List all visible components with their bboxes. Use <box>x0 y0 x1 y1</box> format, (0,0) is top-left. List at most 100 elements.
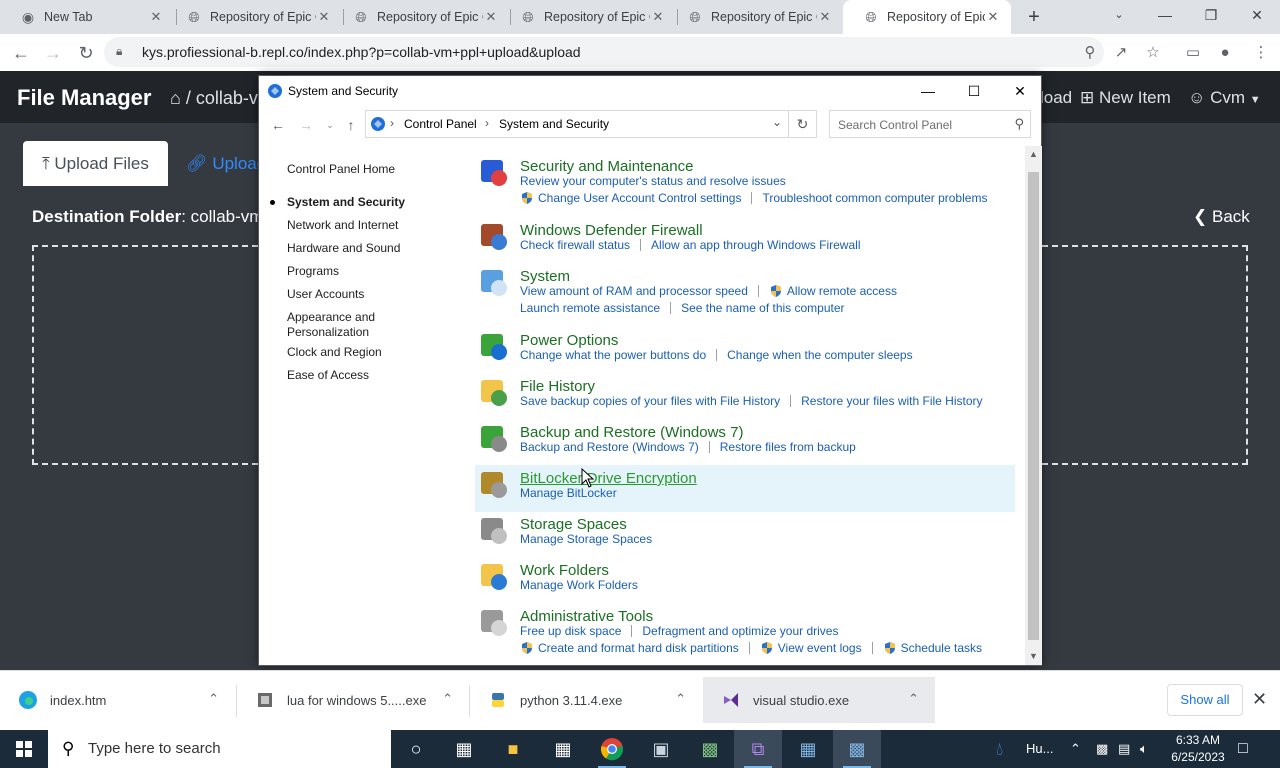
zoom-icon[interactable]: ⚲ <box>1079 42 1101 64</box>
cp-maximize-icon[interactable]: ☐ <box>951 76 997 106</box>
cp-task-link[interactable]: Save backup copies of your files with Fi… <box>520 394 780 408</box>
nav-user-menu[interactable]: ☺ Cvm ▼ <box>1188 88 1261 108</box>
forward-arrow-icon[interactable]: → <box>40 40 66 66</box>
nav-new-item-link[interactable]: ⊞ New Item <box>1080 88 1171 108</box>
cp-category-title[interactable]: Administrative Tools <box>520 608 653 625</box>
cp-task-link[interactable]: Allow an app through Windows Firewall <box>651 238 860 252</box>
cp-category-title[interactable]: System <box>520 268 570 285</box>
cp-forward-icon[interactable]: → <box>297 116 315 134</box>
tray-overflow-icon[interactable]: ⌃ <box>1070 730 1081 768</box>
cp-task-link[interactable]: Restore files from backup <box>720 440 856 454</box>
sidebar-item-programs[interactable]: Programs <box>287 264 339 278</box>
scroll-up-icon[interactable]: ▲ <box>1025 146 1042 163</box>
back-arrow-icon[interactable]: ← <box>8 40 34 66</box>
nav-upload-link[interactable]: load <box>1040 88 1072 108</box>
cp-task-link[interactable]: View amount of RAM and processor speed <box>520 284 748 298</box>
cp-category-title[interactable]: Windows Defender Firewall <box>520 222 703 239</box>
weather-icon[interactable]: 💧︎ <box>996 730 1003 768</box>
file-explorer-icon[interactable]: ■ <box>489 730 537 768</box>
cp-task-link[interactable]: Manage Work Folders <box>520 578 638 592</box>
browser-menu-icon[interactable]: ⋮ <box>1250 42 1272 64</box>
cp-task-link[interactable]: Backup and Restore (Windows 7) <box>520 440 699 454</box>
address-bar[interactable]: 🔒︎ kys.profiessional-b.repl.co/index.php… <box>104 37 1104 67</box>
chrome-icon[interactable] <box>588 730 636 768</box>
reload-icon[interactable]: ↻ <box>73 40 99 66</box>
download-item[interactable]: python 3.11.4.exe ⌃ <box>470 677 702 723</box>
cp-up-icon[interactable]: ↑ <box>342 116 360 134</box>
visual-studio-taskbar-icon[interactable]: ⧉ <box>734 730 782 768</box>
tray-device-icon[interactable]: ▩ <box>1096 730 1108 768</box>
sidebar-item-appearance[interactable]: Appearance and <box>287 310 375 324</box>
notification-icon[interactable]: □ <box>1238 730 1248 768</box>
cp-task-link[interactable]: Check firewall status <box>520 238 630 252</box>
close-download-bar-icon[interactable]: ✕ <box>1252 689 1267 710</box>
new-tab-button[interactable]: + <box>1022 5 1046 29</box>
profile-avatar-icon[interactable]: ● <box>1214 42 1236 64</box>
task-view-icon[interactable]: ▦ <box>440 730 488 768</box>
cp-task-link[interactable]: See the name of this computer <box>681 301 844 315</box>
side-panel-icon[interactable]: ▭ <box>1182 42 1204 64</box>
brand-title[interactable]: File Manager <box>17 85 151 111</box>
chevron-up-icon[interactable]: ⌃ <box>442 691 453 707</box>
minimize-icon[interactable]: — <box>1142 0 1188 30</box>
cp-task-link[interactable]: Manage BitLocker <box>520 486 617 500</box>
taskbar-clock[interactable]: 6:33 AM 6/25/2023 <box>1168 732 1228 766</box>
browser-tab[interactable]: 🌐︎ Repository of Epic Codes ✕ <box>166 0 342 34</box>
cp-address-bar[interactable]: › Control Panel › System and Security ⌄ … <box>365 110 817 138</box>
download-item[interactable]: lua for windows 5.....exe ⌃ <box>237 677 469 723</box>
cp-category-title[interactable]: Security and Maintenance <box>520 158 693 175</box>
cp-vertical-scrollbar[interactable]: ▲ ▼ <box>1025 146 1042 665</box>
cp-task-link[interactable]: Launch remote assistance <box>520 301 660 315</box>
close-tab-icon[interactable]: ✕ <box>817 9 833 25</box>
cp-category-title[interactable]: BitLocker Drive Encryption <box>520 470 697 487</box>
sidebar-item-clock-and-region[interactable]: Clock and Region <box>287 345 382 359</box>
close-tab-icon[interactable]: ✕ <box>148 9 164 25</box>
close-tab-icon[interactable]: ✕ <box>316 9 332 25</box>
cp-task-link[interactable]: Change User Account Control settings <box>538 191 741 205</box>
chevron-down-icon[interactable]: ⌄ <box>772 115 782 129</box>
cp-task-link[interactable]: Change when the computer sleeps <box>727 348 912 362</box>
cp-task-link[interactable]: Review your computer's status and resolv… <box>520 174 786 188</box>
sidebar-item-hardware-and-sound[interactable]: Hardware and Sound <box>287 241 400 255</box>
browser-tab-new-tab[interactable]: ◉ New Tab ✕ <box>0 0 174 34</box>
browser-tab[interactable]: 🌐︎ Repository of Epic Codes ✕ <box>667 0 843 34</box>
cp-category-title[interactable]: Storage Spaces <box>520 516 627 533</box>
volume-icon[interactable]: 🔈︎ <box>1140 730 1148 768</box>
sidebar-item-network-and-internet[interactable]: Network and Internet <box>287 218 398 232</box>
windows-start-icon[interactable] <box>0 730 48 768</box>
browser-tab-active[interactable]: 🌐︎ Repository of Epic Codes ✕ <box>843 0 1011 34</box>
microsoft-store-icon[interactable]: ▦ <box>539 730 587 768</box>
cp-address-segment[interactable]: Control Panel <box>404 117 477 131</box>
chevron-up-icon[interactable]: ⌃ <box>208 691 219 707</box>
cp-back-icon[interactable]: ← <box>269 116 287 134</box>
cp-close-icon[interactable]: ✕ <box>997 76 1043 106</box>
download-item[interactable]: index.htm ⌃ <box>0 677 235 723</box>
close-tab-icon[interactable]: ✕ <box>650 9 666 25</box>
chevron-up-icon[interactable]: ⌃ <box>675 691 686 707</box>
home-icon[interactable]: ⌂ <box>170 88 181 108</box>
browser-tab[interactable]: 🌐︎ Repository of Epic Codes ✕ <box>500 0 676 34</box>
cp-category-title[interactable]: Backup and Restore (Windows 7) <box>520 424 743 441</box>
cortana-icon[interactable]: ○ <box>392 730 440 768</box>
cp-task-link[interactable]: Schedule tasks <box>901 641 982 655</box>
cp-search-box[interactable]: Search Control Panel ⚲ <box>829 110 1031 138</box>
network-icon[interactable]: ▤ <box>1118 730 1130 768</box>
back-button[interactable]: ❮ Back <box>1193 207 1250 227</box>
close-tab-icon[interactable]: ✕ <box>483 9 499 25</box>
cp-task-link[interactable]: View event logs <box>778 641 862 655</box>
cp-category-title[interactable]: Work Folders <box>520 562 609 579</box>
cp-task-link[interactable]: Manage Storage Spaces <box>520 532 652 546</box>
cp-task-link[interactable]: Free up disk space <box>520 624 621 638</box>
control-panel-taskbar-icon[interactable]: ▩ <box>833 730 881 768</box>
app-icon[interactable]: ▩ <box>686 730 734 768</box>
app-icon[interactable]: ▣ <box>637 730 685 768</box>
refresh-icon[interactable]: ↻ <box>788 111 816 137</box>
share-icon[interactable]: ↗ <box>1110 42 1132 64</box>
chevron-up-icon[interactable]: ⌃ <box>908 691 919 707</box>
cp-recent-icon[interactable]: ⌄ <box>321 116 339 134</box>
close-window-icon[interactable]: ✕ <box>1234 0 1280 30</box>
scroll-down-icon[interactable]: ▼ <box>1025 648 1042 665</box>
cp-minimize-icon[interactable]: — <box>905 76 951 106</box>
cp-address-segment[interactable]: System and Security <box>499 117 609 131</box>
sidebar-item-control-panel-home[interactable]: Control Panel Home <box>287 162 395 176</box>
